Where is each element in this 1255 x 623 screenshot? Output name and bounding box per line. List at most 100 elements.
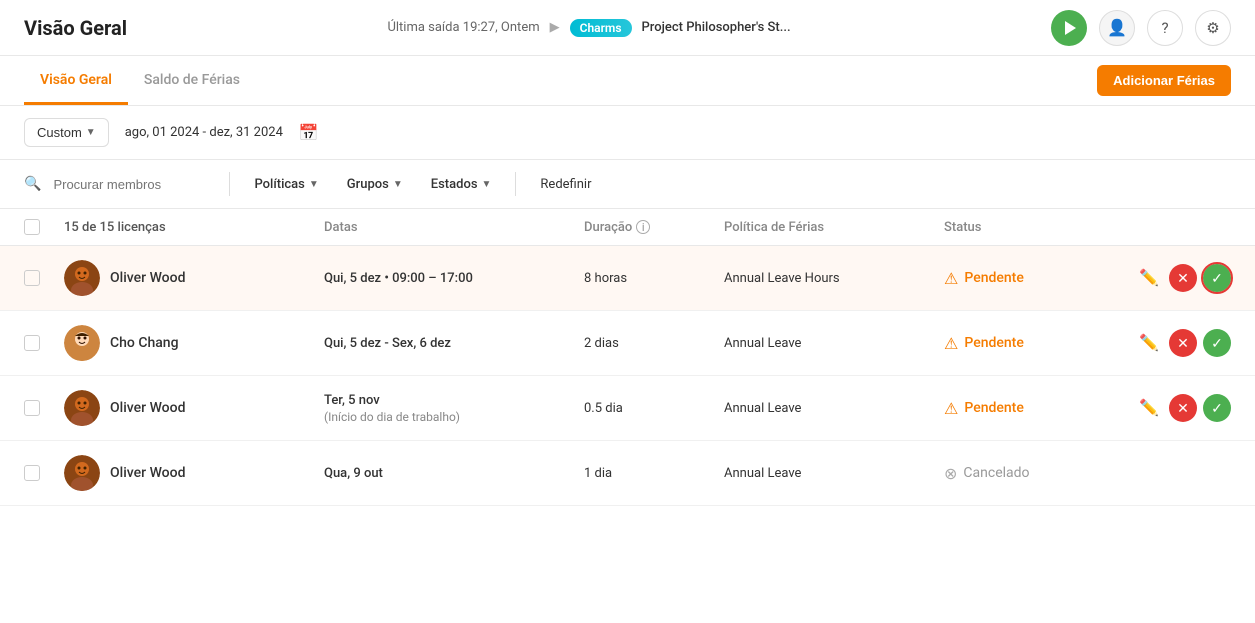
header-play-button[interactable] bbox=[1051, 10, 1087, 46]
reset-button[interactable]: Redefinir bbox=[532, 173, 599, 196]
chevron-down-icon: ▼ bbox=[86, 127, 96, 138]
tabs-left: Visão Geral Saldo de Férias bbox=[24, 56, 256, 105]
status-cell-3: ⚠ Pendente bbox=[944, 399, 1104, 418]
member-cell-3: Oliver Wood bbox=[64, 390, 324, 426]
member-cell-1: Oliver Wood bbox=[64, 260, 324, 296]
col-duration: Duração i bbox=[584, 220, 724, 235]
policy-cell-2: Annual Leave bbox=[724, 336, 944, 351]
policy-cell-3: Annual Leave bbox=[724, 401, 944, 416]
tab-visao-geral[interactable]: Visão Geral bbox=[24, 56, 128, 105]
row-checkbox-1[interactable] bbox=[24, 270, 64, 286]
approve-button-2[interactable]: ✓ bbox=[1203, 329, 1231, 357]
col-checkbox[interactable] bbox=[24, 219, 64, 235]
approve-button-1[interactable]: ✓ bbox=[1203, 264, 1231, 292]
date-range-text: ago, 01 2024 - dez, 31 2024 bbox=[125, 125, 283, 140]
help-button[interactable]: ? bbox=[1147, 10, 1183, 46]
filter-divider bbox=[229, 172, 230, 196]
row-checkbox-2[interactable] bbox=[24, 335, 64, 351]
col-dates: Datas bbox=[324, 220, 584, 235]
actions-cell-1: ✏️ ✕ ✓ bbox=[1104, 264, 1231, 292]
policies-filter-button[interactable]: Políticas ▼ bbox=[246, 173, 326, 196]
settings-button[interactable]: ⚙ bbox=[1195, 10, 1231, 46]
col-policy: Política de Férias bbox=[724, 220, 944, 235]
row-checkbox-4[interactable] bbox=[24, 465, 64, 481]
status-text-2: Pendente bbox=[964, 335, 1023, 351]
approve-button-3[interactable]: ✓ bbox=[1203, 394, 1231, 422]
filter-bar: 🔍 Políticas ▼ Grupos ▼ Estados ▼ Redefin… bbox=[0, 160, 1255, 209]
actions-cell-3: ✏️ ✕ ✓ bbox=[1104, 394, 1231, 422]
status-text-4: Cancelado bbox=[963, 465, 1029, 481]
dates-cell-1: Qui, 5 dez • 09:00 – 17:00 bbox=[324, 271, 584, 286]
duration-cell-3: 0.5 dia bbox=[584, 401, 724, 416]
edit-button-3[interactable]: ✏️ bbox=[1135, 394, 1163, 422]
dates-cell-4: Qua, 9 out bbox=[324, 466, 584, 481]
status-cell-4: ⊗ Cancelado bbox=[944, 464, 1104, 483]
user-icon: 👤 bbox=[1107, 18, 1127, 37]
info-icon: i bbox=[636, 220, 650, 234]
project-name: Project Philosopher's St... bbox=[642, 20, 791, 35]
last-exit-text: Última saída 19:27, Ontem bbox=[387, 20, 539, 35]
duration-cell-4: 1 dia bbox=[584, 466, 724, 481]
play-small-icon: ▶ bbox=[550, 20, 560, 35]
table-row: Oliver Wood Qui, 5 dez • 09:00 – 17:00 8… bbox=[0, 246, 1255, 311]
tag-badge: Charms bbox=[570, 19, 632, 37]
avatar-oliver-1 bbox=[64, 260, 100, 296]
col-status: Status bbox=[944, 220, 1104, 235]
duration-cell-2: 2 dias bbox=[584, 336, 724, 351]
play-icon bbox=[1065, 21, 1076, 35]
calendar-icon[interactable]: 📅 bbox=[299, 123, 319, 142]
table-row: Oliver Wood Ter, 5 nov (Início do dia de… bbox=[0, 376, 1255, 441]
policy-cell-4: Annual Leave bbox=[724, 466, 944, 481]
search-input[interactable] bbox=[53, 177, 213, 192]
custom-label: Custom bbox=[37, 125, 82, 140]
filter-divider-2 bbox=[515, 172, 516, 196]
add-ferias-button[interactable]: Adicionar Férias bbox=[1097, 65, 1231, 96]
chevron-down-icon-groups: ▼ bbox=[393, 179, 403, 190]
user-avatar-button[interactable]: 👤 bbox=[1099, 10, 1135, 46]
member-cell-4: Oliver Wood bbox=[64, 455, 324, 491]
cancelled-icon-4: ⊗ bbox=[944, 464, 957, 483]
chevron-down-icon-policies: ▼ bbox=[309, 179, 319, 190]
chevron-down-icon-states: ▼ bbox=[482, 179, 492, 190]
avatar-oliver-4 bbox=[64, 455, 100, 491]
edit-button-2[interactable]: ✏️ bbox=[1135, 329, 1163, 357]
status-text-1: Pendente bbox=[964, 270, 1023, 286]
policy-cell-1: Annual Leave Hours bbox=[724, 271, 944, 286]
status-cell-1: ⚠ Pendente bbox=[944, 269, 1104, 288]
actions-cell-2: ✏️ ✕ ✓ bbox=[1104, 329, 1231, 357]
member-name-3: Oliver Wood bbox=[110, 400, 185, 416]
custom-filter-button[interactable]: Custom ▼ bbox=[24, 118, 109, 147]
dates-cell-2: Qui, 5 dez - Sex, 6 dez bbox=[324, 336, 584, 351]
member-name-4: Oliver Wood bbox=[110, 465, 185, 481]
help-icon: ? bbox=[1161, 19, 1168, 37]
row-checkbox-3[interactable] bbox=[24, 400, 64, 416]
reject-button-2[interactable]: ✕ bbox=[1169, 329, 1197, 357]
avatar-oliver-3 bbox=[64, 390, 100, 426]
toolbar: Custom ▼ ago, 01 2024 - dez, 31 2024 📅 bbox=[0, 106, 1255, 160]
dates-cell-3: Ter, 5 nov (Início do dia de trabalho) bbox=[324, 393, 584, 424]
tab-saldo-ferias[interactable]: Saldo de Férias bbox=[128, 56, 256, 105]
member-name-2: Cho Chang bbox=[110, 335, 179, 351]
pending-icon-1: ⚠ bbox=[944, 269, 958, 288]
table-row: Cho Chang Qui, 5 dez - Sex, 6 dez 2 dias… bbox=[0, 311, 1255, 376]
table-row: Oliver Wood Qua, 9 out 1 dia Annual Leav… bbox=[0, 441, 1255, 506]
search-icon: 🔍 bbox=[24, 176, 41, 192]
groups-label: Grupos bbox=[347, 177, 389, 192]
groups-filter-button[interactable]: Grupos ▼ bbox=[339, 173, 411, 196]
status-cell-2: ⚠ Pendente bbox=[944, 334, 1104, 353]
edit-button-1[interactable]: ✏️ bbox=[1135, 264, 1163, 292]
reject-button-1[interactable]: ✕ bbox=[1169, 264, 1197, 292]
table-header: 15 de 15 licenças Datas Duração i Políti… bbox=[0, 209, 1255, 246]
policies-label: Políticas bbox=[254, 177, 304, 192]
member-name-1: Oliver Wood bbox=[110, 270, 185, 286]
states-filter-button[interactable]: Estados ▼ bbox=[423, 173, 500, 196]
avatar-cho bbox=[64, 325, 100, 361]
states-label: Estados bbox=[431, 177, 478, 192]
page-title: Visão Geral bbox=[24, 16, 127, 40]
header: Visão Geral Última saída 19:27, Ontem ▶ … bbox=[0, 0, 1255, 56]
duration-cell-1: 8 horas bbox=[584, 271, 724, 286]
header-center-info: Última saída 19:27, Ontem ▶ Charms Proje… bbox=[139, 19, 1039, 37]
reject-button-3[interactable]: ✕ bbox=[1169, 394, 1197, 422]
pending-icon-2: ⚠ bbox=[944, 334, 958, 353]
pending-icon-3: ⚠ bbox=[944, 399, 958, 418]
